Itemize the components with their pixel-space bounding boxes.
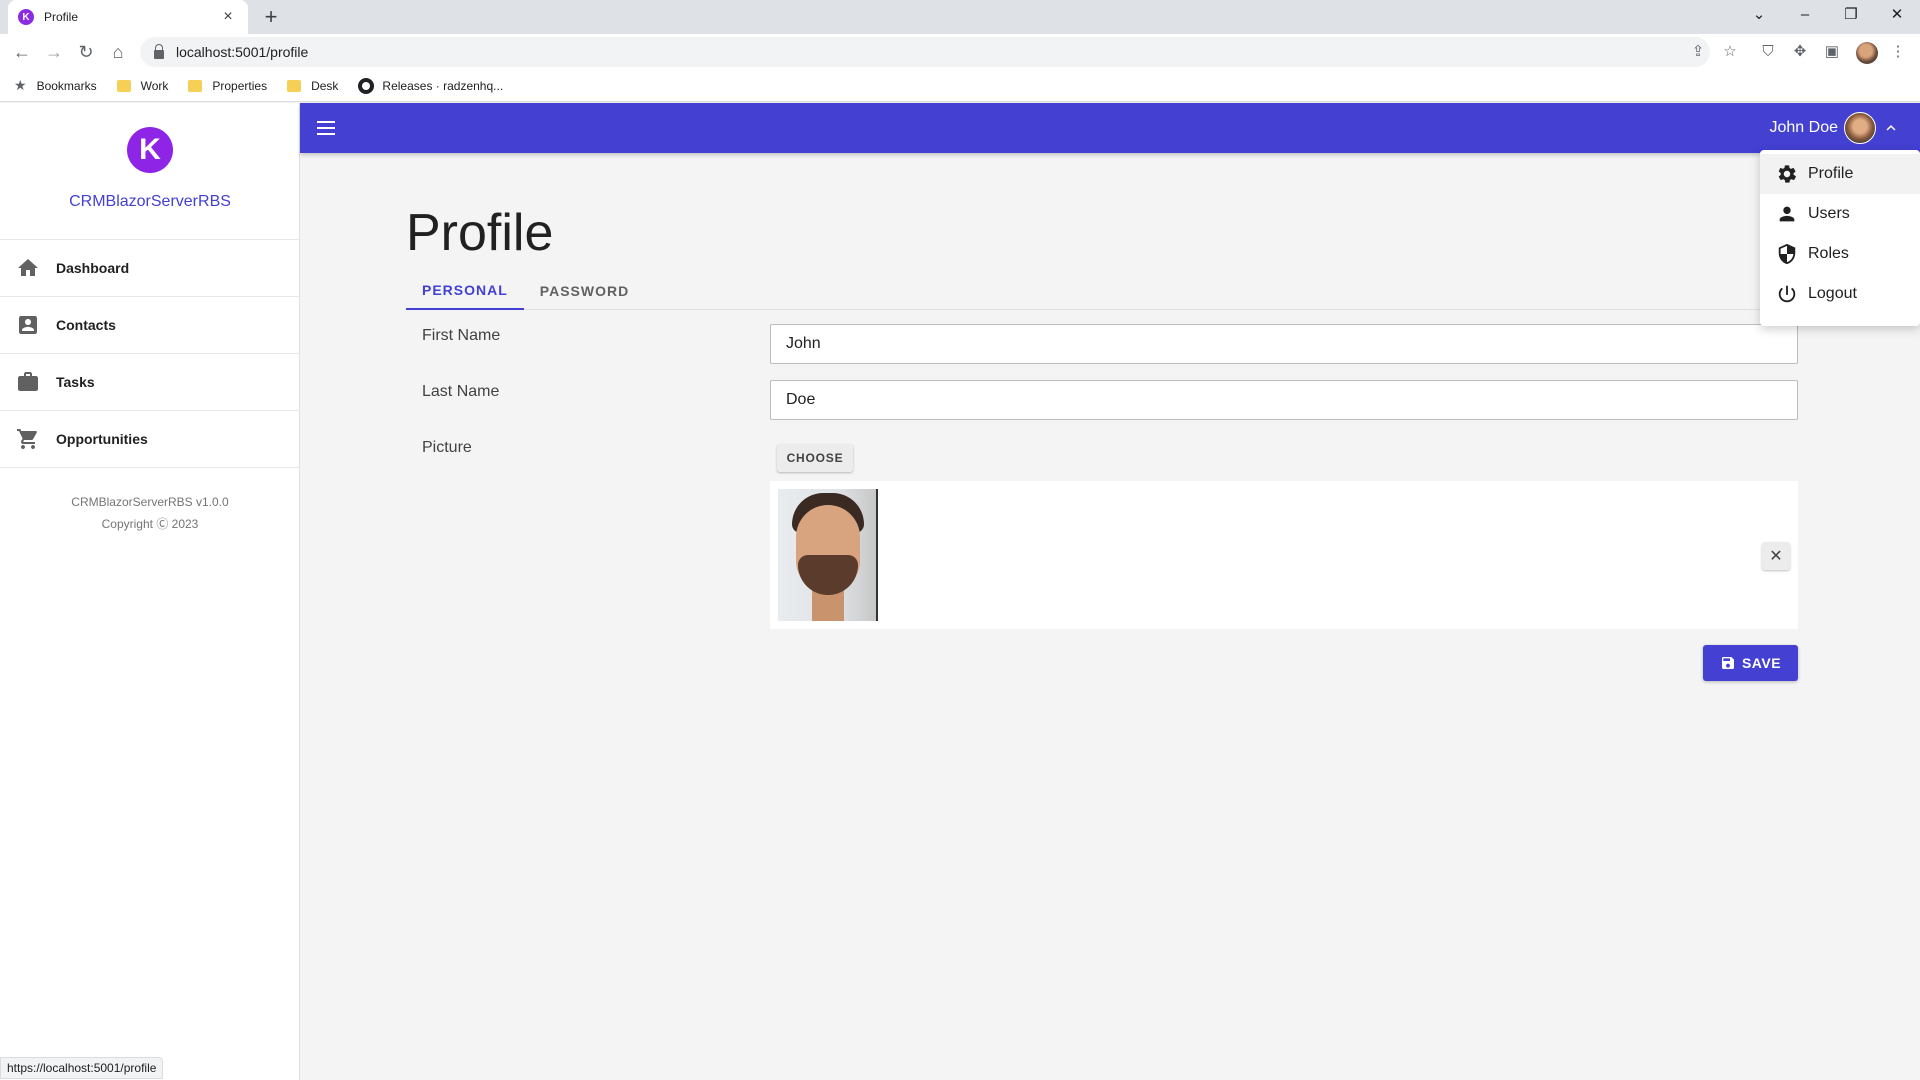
contacts-icon <box>19 316 37 334</box>
browser-toolbar: ← → ↻ ⌂ localhost:5001/profile ⇪ ☆ ⛉ ✥ ▣… <box>0 34 1920 70</box>
bookmark-star-icon[interactable]: ☆ <box>1720 42 1740 62</box>
sidebar-item-contacts[interactable]: Contacts <box>0 297 300 354</box>
save-icon <box>1721 657 1734 669</box>
briefcase-icon <box>18 372 38 391</box>
bookmark-label: Releases · radzenhq... <box>382 78 504 93</box>
sidebar-item-label: Dashboard <box>56 260 130 276</box>
tab-search-icon[interactable]: ⌄ <box>1736 0 1782 30</box>
side-panel-icon[interactable]: ▣ <box>1822 42 1842 62</box>
menu-item-label: Roles <box>1808 245 1849 262</box>
menu-item-roles[interactable]: Roles <box>1760 234 1920 274</box>
save-button[interactable]: SAVE <box>1703 645 1798 681</box>
bookmark-label: Bookmarks <box>36 78 97 93</box>
browser-tab[interactable]: K Profile × <box>8 0 248 34</box>
user-name: John Doe <box>1769 119 1839 136</box>
menu-item-logout[interactable]: Logout <box>1760 274 1920 314</box>
close-window-button[interactable]: ✕ <box>1874 0 1920 30</box>
folder-icon <box>116 79 131 92</box>
user-menu-toggle[interactable]: John Doe <box>1770 112 1901 144</box>
sidebar-item-label: Tasks <box>56 374 95 390</box>
person-icon <box>1779 206 1795 222</box>
menu-item-label: Users <box>1808 205 1850 222</box>
power-icon <box>1778 285 1796 303</box>
github-icon <box>358 77 375 94</box>
bookmark-label: Properties <box>212 78 268 93</box>
bookmark-label: Work <box>140 78 169 93</box>
bookmarks-bar: ★ Bookmarks Work Properties Desk Releases… <box>0 70 1920 102</box>
save-label: SAVE <box>1741 655 1782 671</box>
app-version-info: CRMBlazorServerRBS v1.0.0 Copyright Ⓒ 20… <box>0 491 300 535</box>
star-icon: ★ <box>14 77 27 93</box>
sidebar-item-label: Contacts <box>56 317 116 333</box>
browser-menu-icon[interactable]: ⋮ <box>1888 42 1908 62</box>
gear-icon <box>1778 165 1796 183</box>
reload-icon[interactable]: ↻ <box>72 38 100 66</box>
sidebar: K CRMBlazorServerRBS Dashboard Contacts … <box>0 103 300 1080</box>
copyright-text: Copyright Ⓒ 2023 <box>101 517 199 531</box>
lock-icon <box>154 43 164 59</box>
restore-button[interactable]: ❐ <box>1828 0 1874 30</box>
shield-icon <box>1778 243 1796 265</box>
first-name-label: First Name <box>422 327 501 344</box>
bookmark-work[interactable]: Work <box>116 78 169 93</box>
bookmark-releases[interactable]: Releases · radzenhq... <box>358 77 504 94</box>
app-favicon-icon: K <box>18 9 34 25</box>
user-avatar <box>1844 112 1876 144</box>
browser-tab-strip: K Profile × + ⌄ – ❐ ✕ <box>0 0 1920 34</box>
last-name-field[interactable] <box>770 380 1798 420</box>
version-text: CRMBlazorServerRBS v1.0.0 <box>71 495 229 509</box>
tab-personal[interactable]: PERSONAL <box>406 272 524 310</box>
address-url[interactable]: localhost:5001/profile <box>176 44 308 60</box>
first-name-field[interactable] <box>770 324 1798 364</box>
picture-label: Picture <box>422 439 472 456</box>
bookmark-label: Desk <box>311 78 339 93</box>
bookmark-desk[interactable]: Desk <box>287 79 338 93</box>
last-name-label: Last Name <box>422 383 500 400</box>
sidebar-item-opportunities[interactable]: Opportunities <box>0 411 300 468</box>
folder-icon <box>287 79 302 92</box>
sidebar-nav: Dashboard Contacts Tasks Opportunities <box>0 239 300 468</box>
remove-picture-button[interactable]: ✕ <box>1762 542 1790 570</box>
profile-tabs: PERSONAL PASSWORD <box>406 272 1798 310</box>
back-icon[interactable]: ← <box>8 38 36 66</box>
extension-shield-icon[interactable]: ⛉ <box>1758 42 1778 62</box>
sidebar-item-dashboard[interactable]: Dashboard <box>0 240 300 297</box>
forward-icon[interactable]: → <box>40 38 68 66</box>
page-title: Profile <box>406 204 554 262</box>
menu-item-users[interactable]: Users <box>1760 194 1920 234</box>
picture-preview-panel: ✕ <box>770 481 1798 629</box>
home-icon <box>18 259 38 276</box>
bookmark-properties[interactable]: Properties <box>188 79 267 93</box>
tab-password[interactable]: PASSWORD <box>524 272 645 310</box>
main-content: Profile PERSONAL PASSWORD First Name Las… <box>300 153 1920 1080</box>
sidebar-item-tasks[interactable]: Tasks <box>0 354 300 411</box>
share-icon[interactable]: ⇪ <box>1688 42 1708 62</box>
menu-toggle-icon[interactable] <box>314 116 338 140</box>
app-header: John Doe <box>300 103 1920 153</box>
profile-dropdown-menu: Profile Users Roles Logout <box>1760 150 1920 326</box>
folder-icon <box>188 79 203 92</box>
browser-status-url: https://localhost:5001/profile <box>0 1057 164 1079</box>
cart-icon <box>17 429 37 449</box>
menu-item-label: Profile <box>1808 165 1854 182</box>
address-bar[interactable]: localhost:5001/profile <box>140 37 1710 67</box>
browser-tab-title: Profile <box>44 10 79 24</box>
choose-file-button[interactable]: CHOOSE <box>777 444 853 472</box>
profile-picture <box>778 489 878 621</box>
minimize-button[interactable]: – <box>1782 0 1828 30</box>
browser-profile-avatar[interactable] <box>1856 42 1878 64</box>
extensions-puzzle-icon[interactable]: ✥ <box>1790 42 1810 62</box>
app-logo: K <box>127 127 173 173</box>
menu-item-profile[interactable]: Profile <box>1760 154 1920 194</box>
menu-item-label: Logout <box>1808 285 1857 302</box>
app-name: CRMBlazorServerRBS <box>69 193 231 210</box>
close-tab-icon[interactable]: × <box>218 8 238 26</box>
chevron-up-icon <box>1886 125 1896 131</box>
new-tab-button[interactable]: + <box>258 4 284 30</box>
sidebar-item-label: Opportunities <box>56 431 148 447</box>
bookmark-bookmarks[interactable]: ★ Bookmarks <box>14 77 97 94</box>
home-browser-icon[interactable]: ⌂ <box>104 38 132 66</box>
